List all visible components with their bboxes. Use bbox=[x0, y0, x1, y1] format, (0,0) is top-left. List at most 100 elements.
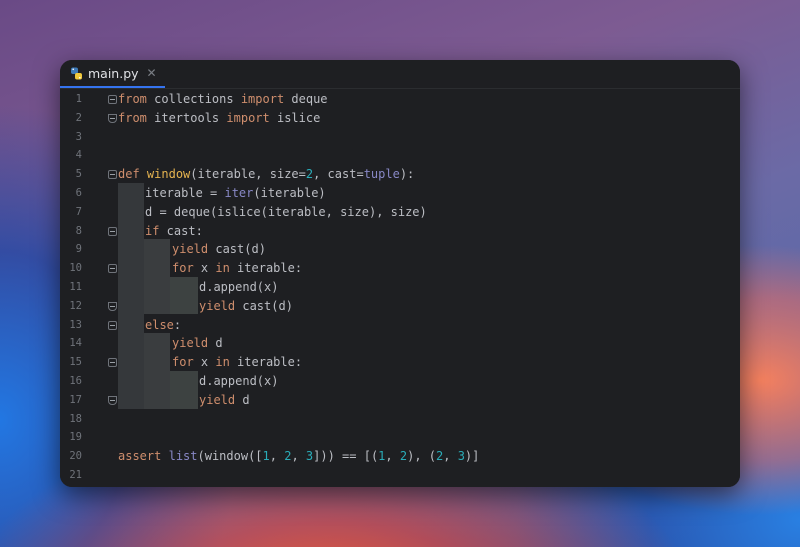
tab-bar: main.py ✕ bbox=[60, 60, 740, 89]
line-number: 2 bbox=[75, 111, 82, 124]
token: from bbox=[118, 92, 147, 106]
line-number: 21 bbox=[69, 469, 82, 481]
token: cast(d) bbox=[208, 242, 266, 257]
line-number: 20 bbox=[69, 450, 82, 463]
fold-icon[interactable] bbox=[108, 227, 117, 236]
close-icon[interactable]: ✕ bbox=[147, 66, 157, 80]
token: (iterable) bbox=[253, 186, 326, 200]
token: in bbox=[215, 355, 230, 370]
line-number: 13 bbox=[69, 318, 82, 331]
token: 3 bbox=[457, 449, 465, 464]
token: x bbox=[193, 355, 216, 370]
line-number: 12 bbox=[69, 299, 82, 312]
code-line-7: d = deque(islice(iterable, size), size) bbox=[145, 203, 427, 222]
code-line-2: from itertools import islice bbox=[118, 109, 320, 128]
line-number: 1 bbox=[75, 93, 82, 105]
token: d.append(x) bbox=[199, 374, 279, 388]
token: tuple bbox=[363, 167, 400, 182]
line-number: 8 bbox=[75, 224, 82, 237]
token: iterable = bbox=[145, 186, 225, 200]
token: iter bbox=[224, 186, 254, 200]
token: import bbox=[240, 92, 285, 106]
indent-guide-block bbox=[170, 277, 198, 314]
line-number: 18 bbox=[69, 412, 82, 425]
token: (iterable, size= bbox=[190, 167, 306, 182]
token: window bbox=[146, 167, 191, 182]
line-number: 14 bbox=[69, 337, 82, 350]
fold-icon[interactable] bbox=[108, 95, 117, 104]
token: islice bbox=[269, 110, 321, 125]
line-number: 15 bbox=[69, 356, 82, 369]
token: import bbox=[226, 110, 270, 125]
line-number: 9 bbox=[75, 243, 82, 256]
fold-icon[interactable] bbox=[108, 114, 117, 123]
code-line-13: else: bbox=[145, 316, 181, 335]
gutter: 1 2 3 4 5 6 7 8 9 10 11 12 13 14 15 16 1… bbox=[60, 89, 106, 487]
line-number: 4 bbox=[75, 149, 82, 162]
token: if bbox=[145, 223, 160, 238]
code-line-15: for x in iterable: bbox=[172, 353, 302, 372]
token: from bbox=[118, 110, 147, 125]
python-file-icon bbox=[70, 67, 83, 80]
token: deque bbox=[284, 92, 328, 106]
line-number: 3 bbox=[75, 130, 82, 143]
token: collections bbox=[146, 92, 241, 106]
fold-icon[interactable] bbox=[108, 302, 117, 311]
line-number: 19 bbox=[69, 431, 82, 444]
token: , bbox=[269, 449, 285, 464]
token: 2 bbox=[399, 449, 408, 464]
token: def bbox=[118, 167, 140, 182]
token: yield bbox=[172, 336, 209, 351]
token: for bbox=[172, 355, 194, 370]
token: d.append(x) bbox=[199, 280, 279, 294]
token: , bbox=[443, 449, 458, 464]
token: : bbox=[173, 317, 182, 332]
code-line-11: d.append(x) bbox=[199, 278, 278, 297]
token: , cast= bbox=[313, 167, 364, 182]
code-line-16: d.append(x) bbox=[199, 372, 278, 391]
token: yield bbox=[172, 242, 209, 257]
code-line-8: if cast: bbox=[145, 222, 203, 241]
line-number: 6 bbox=[75, 187, 82, 199]
code-line-17: yield d bbox=[199, 391, 250, 410]
fold-icon[interactable] bbox=[108, 170, 117, 179]
token: iterable: bbox=[229, 355, 303, 370]
token: , bbox=[385, 449, 400, 464]
line-number: 17 bbox=[69, 393, 82, 406]
line-number: 11 bbox=[69, 281, 82, 293]
fold-icon[interactable] bbox=[108, 264, 117, 273]
fold-icon[interactable] bbox=[108, 321, 117, 330]
token: yield bbox=[199, 392, 236, 407]
token: else bbox=[145, 317, 174, 332]
token: list bbox=[168, 449, 198, 464]
token: d bbox=[235, 392, 250, 407]
tab-main-py[interactable]: main.py ✕ bbox=[60, 60, 165, 88]
indent-guide-block bbox=[144, 333, 170, 409]
fold-icon[interactable] bbox=[108, 396, 117, 405]
token: assert bbox=[118, 449, 162, 464]
code-line-5: def window(iterable, size=2, cast=tuple)… bbox=[118, 165, 414, 184]
indent-guide-block bbox=[170, 371, 198, 409]
indent-guide-block bbox=[118, 183, 144, 409]
token: ])) == [( bbox=[313, 449, 379, 464]
token: )] bbox=[464, 449, 480, 464]
code-editor[interactable]: 1 2 3 4 5 6 7 8 9 10 11 12 13 14 15 16 1… bbox=[60, 89, 740, 487]
token: d = deque(islice(iterable, size), size) bbox=[145, 204, 427, 219]
code-line-9: yield cast(d) bbox=[172, 240, 266, 259]
line-number: 10 bbox=[69, 262, 82, 275]
token: for bbox=[172, 261, 194, 276]
token: iterable: bbox=[229, 261, 303, 276]
token: ): bbox=[399, 167, 415, 182]
token: ), ( bbox=[407, 449, 436, 464]
token: d bbox=[208, 336, 223, 351]
token: yield bbox=[199, 298, 236, 313]
code-line-20: assert list(window([1, 2, 3])) == [(1, 2… bbox=[118, 447, 479, 466]
code-line-6: iterable = iter(iterable) bbox=[145, 184, 326, 203]
token: cast(d) bbox=[235, 298, 293, 313]
token: in bbox=[215, 261, 230, 276]
token: itertools bbox=[146, 110, 227, 125]
token: x bbox=[193, 261, 216, 276]
fold-icon[interactable] bbox=[108, 358, 117, 367]
